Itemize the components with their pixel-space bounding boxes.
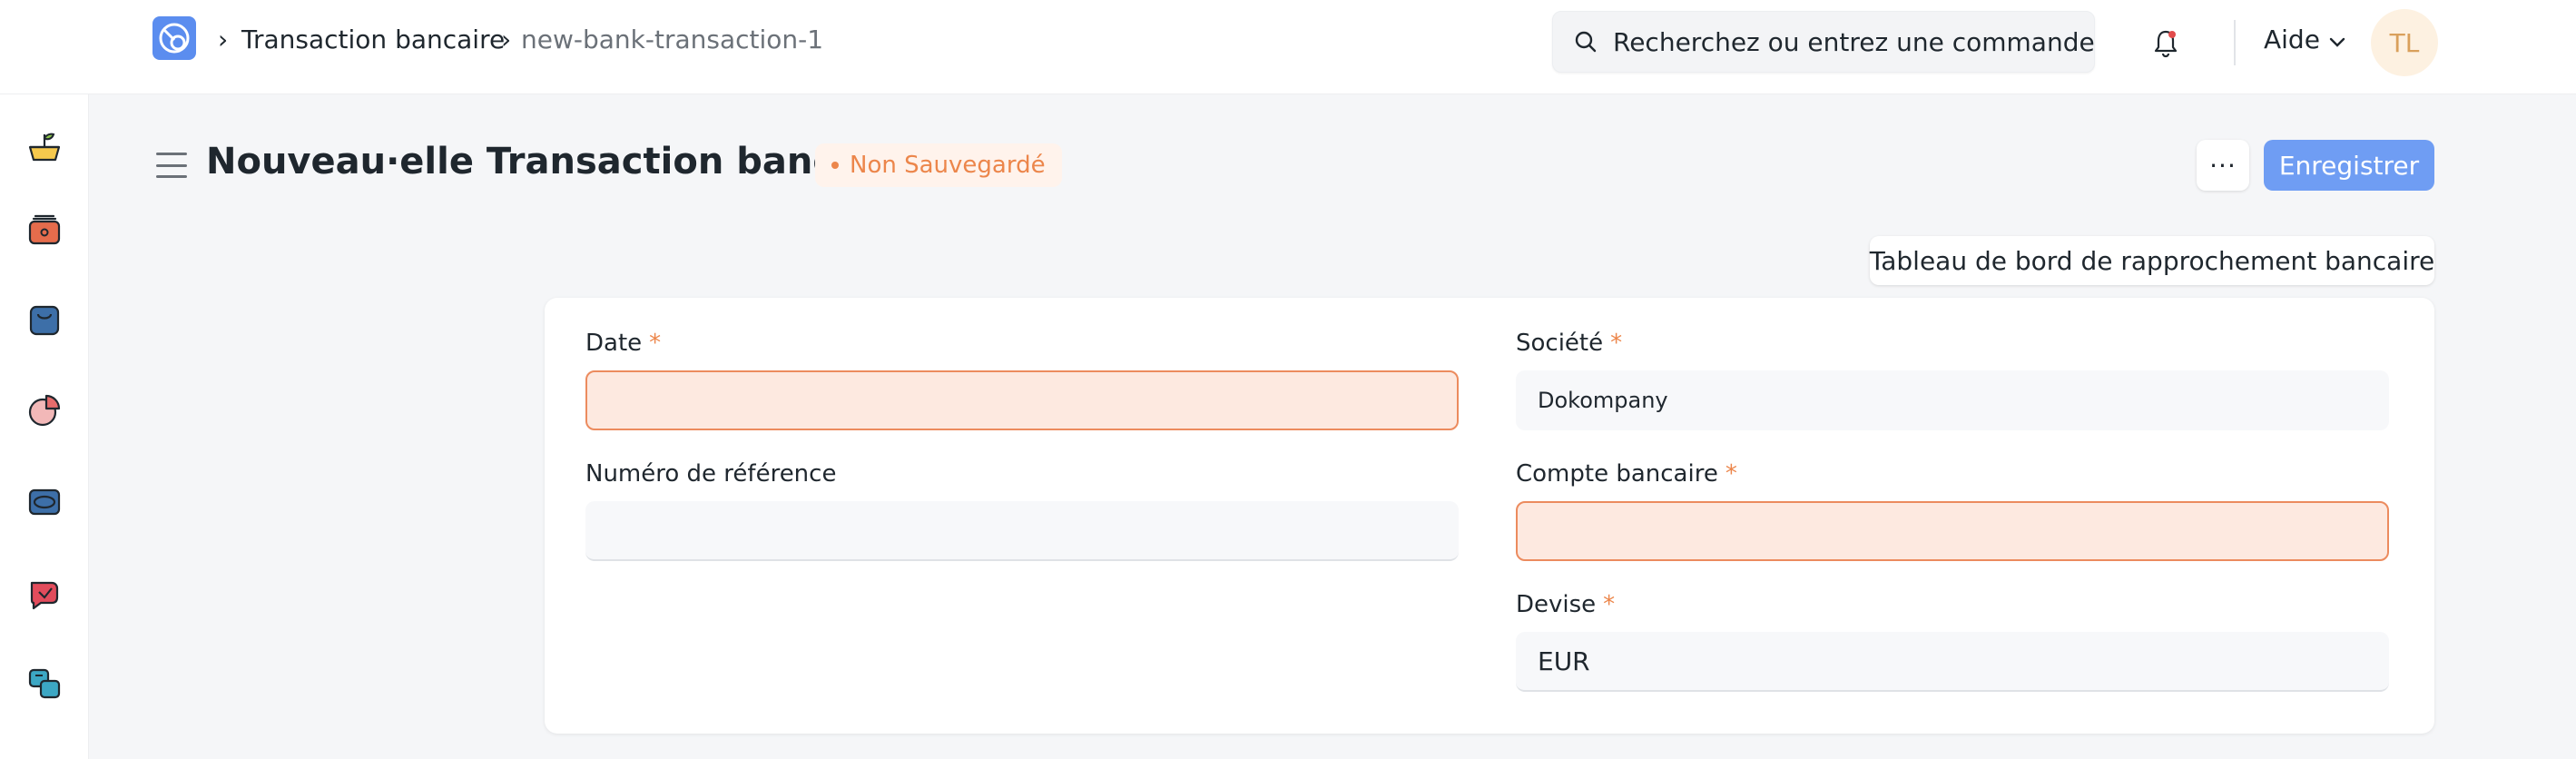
user-avatar[interactable]: TL (2371, 9, 2438, 76)
assets-icon[interactable] (25, 481, 64, 521)
currency-field[interactable]: EUR (1516, 632, 2389, 692)
more-actions-button[interactable]: ··· (2197, 140, 2249, 191)
breadcrumb-current-doc[interactable]: new-bank-transaction-1 (521, 22, 823, 58)
date-label: Date * (585, 330, 662, 357)
analytics-icon[interactable] (25, 390, 64, 430)
notification-bell-icon[interactable] (2151, 27, 2180, 60)
integrations-icon[interactable] (25, 663, 64, 703)
reference-number-label: Numéro de référence (585, 460, 837, 488)
support-icon[interactable] (25, 572, 64, 612)
chevron-right-icon: › (501, 25, 512, 54)
date-field[interactable] (585, 370, 1459, 430)
selling-icon[interactable] (25, 300, 64, 340)
status-badge: Non Sauvegardé (815, 143, 1062, 187)
reference-number-field[interactable] (585, 501, 1459, 561)
chevron-right-icon: › (218, 25, 229, 54)
module-sidebar (0, 94, 89, 759)
currency-label: Devise * (1516, 591, 1616, 618)
search-icon (1573, 29, 1598, 54)
divider (2234, 20, 2236, 65)
reconciliation-dashboard-button[interactable]: Tableau de bord de rapprochement bancair… (1870, 236, 2434, 285)
required-mark: * (649, 330, 662, 357)
status-badge-label: Non Sauvegardé (850, 152, 1046, 179)
required-mark: * (1610, 330, 1623, 357)
sidebar-toggle-menu-icon[interactable] (156, 153, 187, 178)
form-card: Date * Numéro de référence Société * Dokom… (545, 298, 2434, 734)
app-logo-icon[interactable] (152, 16, 196, 60)
help-label: Aide (2264, 25, 2320, 54)
chevron-down-icon (2329, 22, 2345, 58)
company-label: Société * (1516, 330, 1623, 357)
help-dropdown[interactable]: Aide (2264, 22, 2345, 58)
required-mark: * (1725, 460, 1737, 488)
company-field[interactable]: Dokompany (1516, 370, 2389, 430)
accounting-icon[interactable] (25, 127, 64, 167)
required-mark: * (1603, 591, 1616, 618)
breadcrumb-transaction-bancaire[interactable]: Transaction bancaire (241, 22, 505, 58)
save-button[interactable]: Enregistrer (2264, 140, 2434, 191)
bank-account-label: Compte bancaire * (1516, 460, 1737, 488)
bank-account-field[interactable] (1516, 501, 2389, 561)
search-bar[interactable]: Recherchez ou entrez une commande (1552, 11, 2095, 73)
buying-icon[interactable] (25, 209, 64, 249)
navbar: › Transaction bancaire › new-bank-transa… (0, 0, 2576, 94)
search-placeholder: Recherchez ou entrez une commande (1613, 26, 2095, 57)
page-title: Nouveau·elle Transaction bancaire (206, 141, 914, 182)
status-dot-icon (831, 162, 839, 169)
